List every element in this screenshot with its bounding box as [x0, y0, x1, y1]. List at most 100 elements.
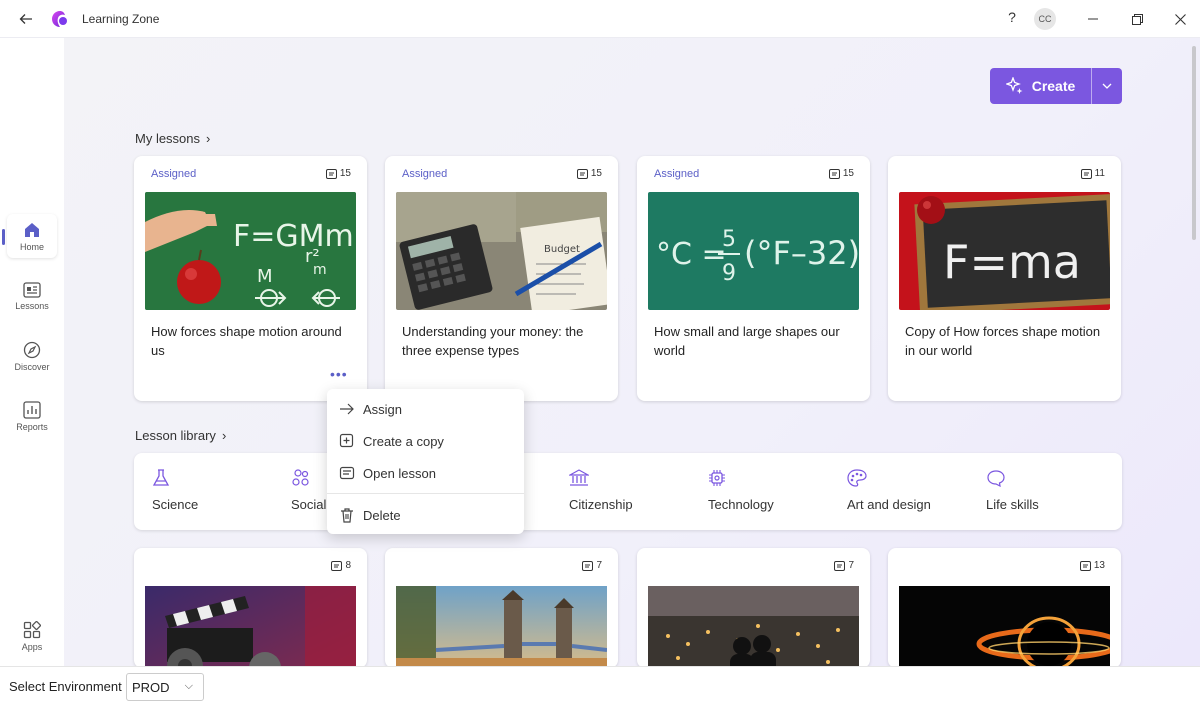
lesson-library-header[interactable]: Lesson library › [135, 428, 226, 443]
slide-count-value: 7 [596, 560, 602, 571]
library-card[interactable]: 13 [888, 548, 1121, 666]
chat-icon [987, 470, 1005, 487]
svg-text:m: m [313, 262, 327, 278]
lesson-card[interactable]: 11 F=ma Copy of How forces shape motion … [888, 156, 1121, 401]
slide-count: 7 [582, 560, 602, 571]
restore-button[interactable] [1127, 9, 1147, 29]
restore-icon [1131, 13, 1143, 25]
my-lessons-header[interactable]: My lessons › [135, 131, 210, 146]
menu-item-label: Assign [363, 401, 403, 417]
menu-item-assign[interactable]: Assign [327, 394, 524, 424]
subject-label: Life skills [986, 497, 1039, 512]
chevron-right-icon: › [206, 131, 211, 146]
slides-icon [325, 168, 337, 179]
lesson-card[interactable]: Assigned 15 °C = 5 9 (°F–32) How small a… [637, 156, 870, 401]
subject-label: Technology [708, 497, 774, 512]
environment-label: Select Environment [9, 679, 122, 694]
flask-icon [152, 469, 170, 486]
svg-text:5: 5 [722, 227, 736, 252]
lesson-title: Copy of How forces shape motion in our w… [905, 324, 1101, 358]
slide-count: 11 [1080, 168, 1105, 179]
minimize-button[interactable] [1083, 9, 1103, 29]
menu-item-label: Delete [363, 507, 401, 523]
environment-select[interactable]: PROD ⌵ [126, 673, 204, 701]
create-button-group: Create [990, 68, 1122, 104]
sidebar-item-discover[interactable]: Discover [7, 334, 57, 378]
slide-count: 15 [576, 168, 602, 179]
lesson-thumbnail [648, 586, 859, 666]
create-label: Create [1031, 78, 1076, 94]
library-card[interactable]: 8 [134, 548, 367, 666]
chevron-down-icon: ⌵ [184, 680, 193, 692]
subject-social[interactable]: Social [291, 469, 326, 512]
library-card[interactable]: 7 [637, 548, 870, 666]
back-button[interactable] [16, 9, 36, 29]
scrollbar[interactable] [1192, 46, 1196, 240]
sidebar-item-lessons[interactable]: Lessons [7, 274, 57, 318]
environment-value: PROD [132, 679, 170, 695]
slide-count: 7 [834, 560, 854, 571]
lesson-thumbnail: Budget [396, 192, 607, 310]
slide-count-value: 8 [345, 560, 351, 571]
open-lesson-icon [339, 466, 355, 480]
slide-count-value: 15 [339, 168, 351, 179]
sidebar-item-label: Lessons [15, 300, 49, 311]
slides-icon [582, 560, 594, 571]
help-button[interactable]: ? [1004, 9, 1020, 25]
sidebar-item-label: Home [19, 241, 44, 252]
lesson-title: How small and large shapes our world [654, 324, 840, 358]
subject-citizenship[interactable]: Citizenship [569, 469, 633, 512]
slide-count-value: 11 [1094, 168, 1105, 179]
slides-icon [834, 560, 846, 571]
slide-count-value: 15 [842, 168, 854, 179]
lesson-thumbnail [145, 586, 356, 666]
subject-label: Citizenship [569, 497, 633, 512]
subject-science[interactable]: Science [152, 469, 198, 512]
window-title: Learning Zone [82, 12, 160, 26]
sidebar-item-home[interactable]: Home [7, 214, 57, 258]
menu-item-create-copy[interactable]: Create a copy [327, 426, 524, 456]
slide-count-value: 15 [590, 168, 602, 179]
svg-text:F=ma: F=ma [943, 235, 1081, 289]
menu-item-delete[interactable]: Delete [327, 500, 524, 530]
close-button[interactable] [1170, 9, 1190, 29]
slides-icon [576, 168, 588, 179]
lessons-icon [23, 281, 41, 298]
create-button[interactable]: Create [990, 68, 1092, 104]
chip-icon [709, 470, 725, 486]
chevron-down-icon [1102, 83, 1112, 89]
environment-bar: Select Environment PROD ⌵ [0, 666, 1200, 707]
lesson-thumbnail [899, 586, 1110, 666]
lesson-card[interactable]: Assigned 15 Budget Understanding your mo… [385, 156, 618, 401]
menu-item-label: Open lesson [363, 465, 436, 481]
arrow-right-icon [340, 403, 354, 415]
sparkle-icon [1005, 77, 1023, 94]
avatar[interactable]: CC [1034, 8, 1056, 30]
menu-item-open-lesson[interactable]: Open lesson [327, 458, 524, 488]
svg-text:9: 9 [722, 261, 736, 286]
library-card[interactable]: 7 [385, 548, 618, 666]
home-icon [25, 222, 39, 237]
svg-text:Budget: Budget [544, 244, 580, 255]
subject-art-and-design[interactable]: Art and design [847, 469, 931, 512]
slide-count: 8 [331, 560, 351, 571]
svg-text:F=GMm: F=GMm [233, 219, 354, 254]
svg-text:°C =: °C = [656, 237, 727, 272]
sidebar-item-apps[interactable]: Apps [7, 614, 57, 658]
people-icon [292, 469, 309, 486]
create-dropdown-button[interactable] [1092, 68, 1122, 104]
status-badge: Assigned [151, 168, 197, 180]
sidebar-item-reports[interactable]: Reports [7, 394, 57, 438]
subject-technology[interactable]: Technology [708, 469, 774, 512]
back-arrow-icon [19, 14, 32, 24]
main-content: Create My lessons › Assigned 15 F=GMm r²… [64, 38, 1200, 666]
slides-icon [331, 560, 343, 571]
lesson-title: Understanding your money: the three expe… [402, 324, 584, 358]
subject-label: Social [291, 497, 327, 512]
menu-divider [327, 493, 524, 494]
more-options-button[interactable]: ••• [330, 366, 348, 382]
lesson-card[interactable]: Assigned 15 F=GMm r² M m How forces shap… [134, 156, 367, 401]
subject-life-skills[interactable]: Life skills [986, 469, 1039, 512]
slides-icon [828, 168, 840, 179]
sidebar-item-label: Reports [16, 421, 48, 432]
